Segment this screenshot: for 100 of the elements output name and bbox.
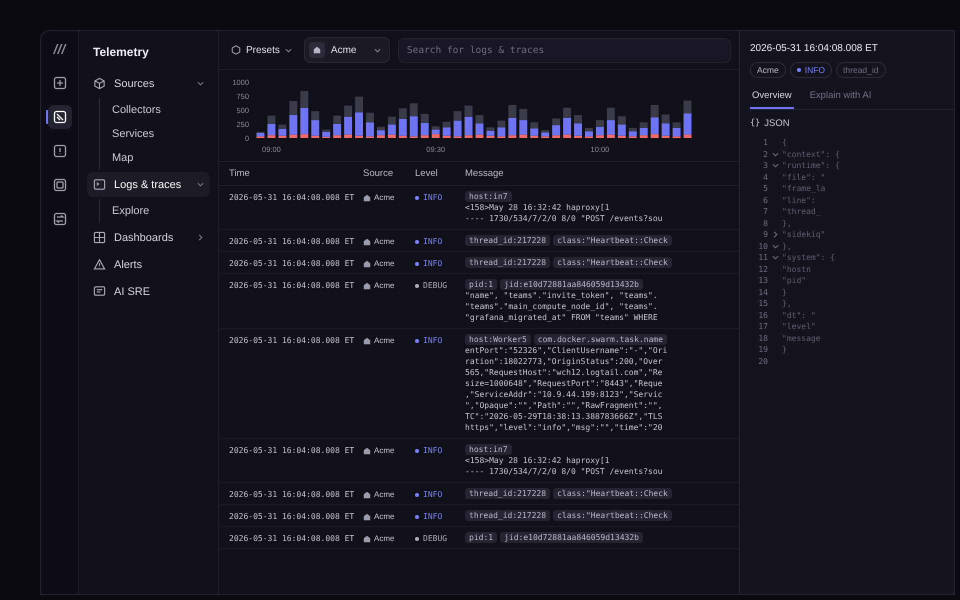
timestamp: 2026-05-31 16:04:08.008 ET bbox=[229, 335, 354, 345]
building-icon bbox=[363, 534, 371, 542]
tab[interactable]: Overview bbox=[750, 86, 794, 109]
histogram-bar bbox=[606, 108, 615, 120]
building-icon bbox=[363, 512, 371, 520]
message-text: TC":"2026-05-29T18:38:13.388783666Z","TLS bbox=[465, 412, 662, 422]
chevron-down-icon bbox=[374, 46, 381, 54]
line-number: 17 bbox=[757, 322, 768, 332]
code-text: "hostn bbox=[782, 264, 811, 274]
code-text: } bbox=[782, 288, 787, 297]
nav-item[interactable]: Sources bbox=[87, 71, 210, 96]
building-icon bbox=[363, 194, 371, 202]
building-icon bbox=[308, 42, 325, 58]
chevron-down-icon[interactable] bbox=[772, 242, 778, 250]
code-text: "sidekiq" bbox=[782, 230, 826, 240]
line-number: 3 bbox=[762, 161, 768, 170]
nav-item[interactable]: Logs & traces bbox=[87, 172, 210, 197]
line-number: 12 bbox=[757, 264, 768, 274]
code-text: "thread_ bbox=[782, 207, 821, 216]
log-row[interactable]: 2026-05-31 16:04:08.008 ET Acme DEBUG pid:1 jid:e10d72881aa846059d13432b bbox=[219, 527, 739, 549]
chevron-down-icon[interactable] bbox=[772, 162, 778, 170]
chevron-down-icon[interactable] bbox=[772, 150, 778, 158]
source-label: Acme bbox=[374, 281, 394, 290]
message-tag: jid:e10d72881aa846059d13432b bbox=[500, 279, 643, 290]
message-tag: class:"Heartbeat::Check bbox=[553, 235, 672, 246]
source-dropdown[interactable]: Acme bbox=[304, 37, 390, 63]
column-header: Level bbox=[415, 168, 438, 179]
line-number: 10 bbox=[757, 242, 768, 251]
log-row[interactable]: 2026-05-31 16:04:08.008 ET Acme INFO thread_id:217228 class:"Heartbeat::Check bbox=[219, 230, 739, 252]
cube-icon bbox=[93, 77, 106, 90]
chevron-down-icon[interactable] bbox=[197, 181, 204, 188]
chevron-down-icon[interactable] bbox=[197, 80, 204, 87]
json-icon: {} bbox=[750, 118, 760, 129]
log-row[interactable]: 2026-05-31 16:04:08.008 ET Acme DEBUG pid:1 jid:e10d72881aa846059d13432b "name", "teams"."invite_token", "teams". "teams"."main_compute_node_id", "teams". "grafana_migrated_at" FROM "teams" WHERE bbox=[219, 274, 739, 329]
nav-subitem[interactable]: Explore bbox=[100, 199, 162, 223]
histogram-bar bbox=[388, 116, 396, 125]
code-text: }, bbox=[782, 218, 792, 228]
message-text: entPort":"52326","ClientUsername":"-","Ori bbox=[465, 346, 668, 356]
histogram-bar bbox=[662, 114, 670, 124]
line-number: 19 bbox=[757, 345, 768, 354]
chevron-down-icon[interactable] bbox=[772, 254, 778, 262]
line-number: 11 bbox=[757, 253, 768, 262]
chevron-right-icon[interactable] bbox=[197, 234, 204, 241]
message-tag: thread_id:217228 bbox=[465, 235, 550, 246]
histogram-bar bbox=[508, 104, 516, 118]
histogram-bar bbox=[267, 116, 276, 124]
presets-dropdown[interactable]: Presets bbox=[227, 40, 296, 60]
chevron-down-icon bbox=[284, 46, 292, 54]
message-tag: class:"Heartbeat::Check bbox=[553, 257, 672, 268]
search-field[interactable]: Search for logs & traces bbox=[398, 38, 731, 62]
nav-subitem[interactable]: Map bbox=[100, 146, 146, 170]
histogram-bar bbox=[650, 104, 659, 118]
message-tag: thread_id:217228 bbox=[465, 257, 550, 268]
code-text: "message bbox=[782, 334, 821, 343]
histogram-bar bbox=[289, 101, 298, 116]
section-label: JSON bbox=[764, 118, 790, 129]
level-label: INFO bbox=[423, 490, 442, 499]
level-label: DEBUG bbox=[423, 534, 448, 543]
nav-subitem[interactable]: Services bbox=[100, 122, 166, 146]
message-tag: jid:e10d72881aa846059d13432b bbox=[500, 532, 643, 543]
source-label: Acme bbox=[374, 259, 394, 268]
chevron-right-icon[interactable] bbox=[772, 231, 778, 238]
source-label: Acme bbox=[374, 534, 394, 543]
message-text: ,"ServiceAddr":"10.9.44.199:8123","Servic bbox=[465, 390, 662, 400]
line-number: 15 bbox=[757, 299, 768, 308]
level-label: INFO bbox=[423, 512, 442, 521]
grid-icon bbox=[93, 231, 106, 244]
code-text: "line": bbox=[782, 196, 817, 205]
log-row[interactable]: 2026-05-31 16:04:08.008 ET Acme INFO thread_id:217228 class:"Heartbeat::Check bbox=[219, 252, 739, 274]
message-text: <158>May 28 16:32:42 haproxy[1 bbox=[465, 203, 610, 213]
code-text: "runtime": { bbox=[782, 161, 840, 170]
timestamp: 2026-05-31 16:04:08.008 ET bbox=[229, 445, 354, 455]
message-text: <158>May 28 16:32:42 haproxy[1 bbox=[465, 456, 610, 466]
line-number: 20 bbox=[757, 356, 768, 366]
log-row[interactable]: 2026-05-31 16:04:08.008 ET Acme INFO thread_id:217228 class:"Heartbeat::Check bbox=[219, 505, 739, 527]
building-icon bbox=[363, 446, 371, 454]
chat-icon bbox=[93, 285, 106, 298]
nav-item[interactable]: Dashboards bbox=[87, 225, 210, 250]
nav-subitem[interactable]: Collectors bbox=[100, 98, 173, 122]
log-row[interactable]: 2026-05-31 16:04:08.008 ET Acme INFO thread_id:217228 class:"Heartbeat::Check bbox=[219, 483, 739, 505]
nav-item[interactable]: AI SRE bbox=[87, 279, 210, 304]
tag-badge: thread_id bbox=[836, 62, 886, 78]
source-badge: Acme bbox=[750, 62, 786, 78]
code-text: } bbox=[782, 345, 787, 354]
logs-icon[interactable] bbox=[48, 105, 72, 129]
hexagon-icon bbox=[231, 45, 241, 55]
message-text: 565,"RequestHost":"wch12.logtail.com","Re bbox=[465, 368, 662, 378]
level-label: INFO bbox=[423, 193, 442, 202]
code-text: "pid" bbox=[782, 276, 806, 286]
histogram-bar bbox=[420, 114, 429, 123]
level-badge: INFO bbox=[790, 62, 832, 78]
log-row[interactable]: 2026-05-31 16:04:08.008 ET Acme INFO host:in7 <158>May 28 16:32:42 haproxy[1 ---- 1730/534/7/2/0 8/0 "POST /events?sou bbox=[219, 186, 739, 230]
message-tag: host:in7 bbox=[465, 444, 512, 455]
nav-item[interactable]: Alerts bbox=[87, 252, 210, 277]
code-text: "system": { bbox=[782, 253, 835, 262]
log-row[interactable]: 2026-05-31 16:04:08.008 ET Acme INFO host:in7 <158>May 28 16:32:42 haproxy[1 ---- 1730/534/7/2/0 8/0 "POST /events?sou bbox=[219, 439, 739, 483]
code-text: "level" bbox=[782, 322, 816, 332]
detail-title: 2026-05-31 16:04:08.008 ET bbox=[750, 43, 878, 54]
tab[interactable]: Explain with AI bbox=[808, 86, 874, 109]
message-tag: class:"Heartbeat::Check bbox=[553, 488, 672, 499]
